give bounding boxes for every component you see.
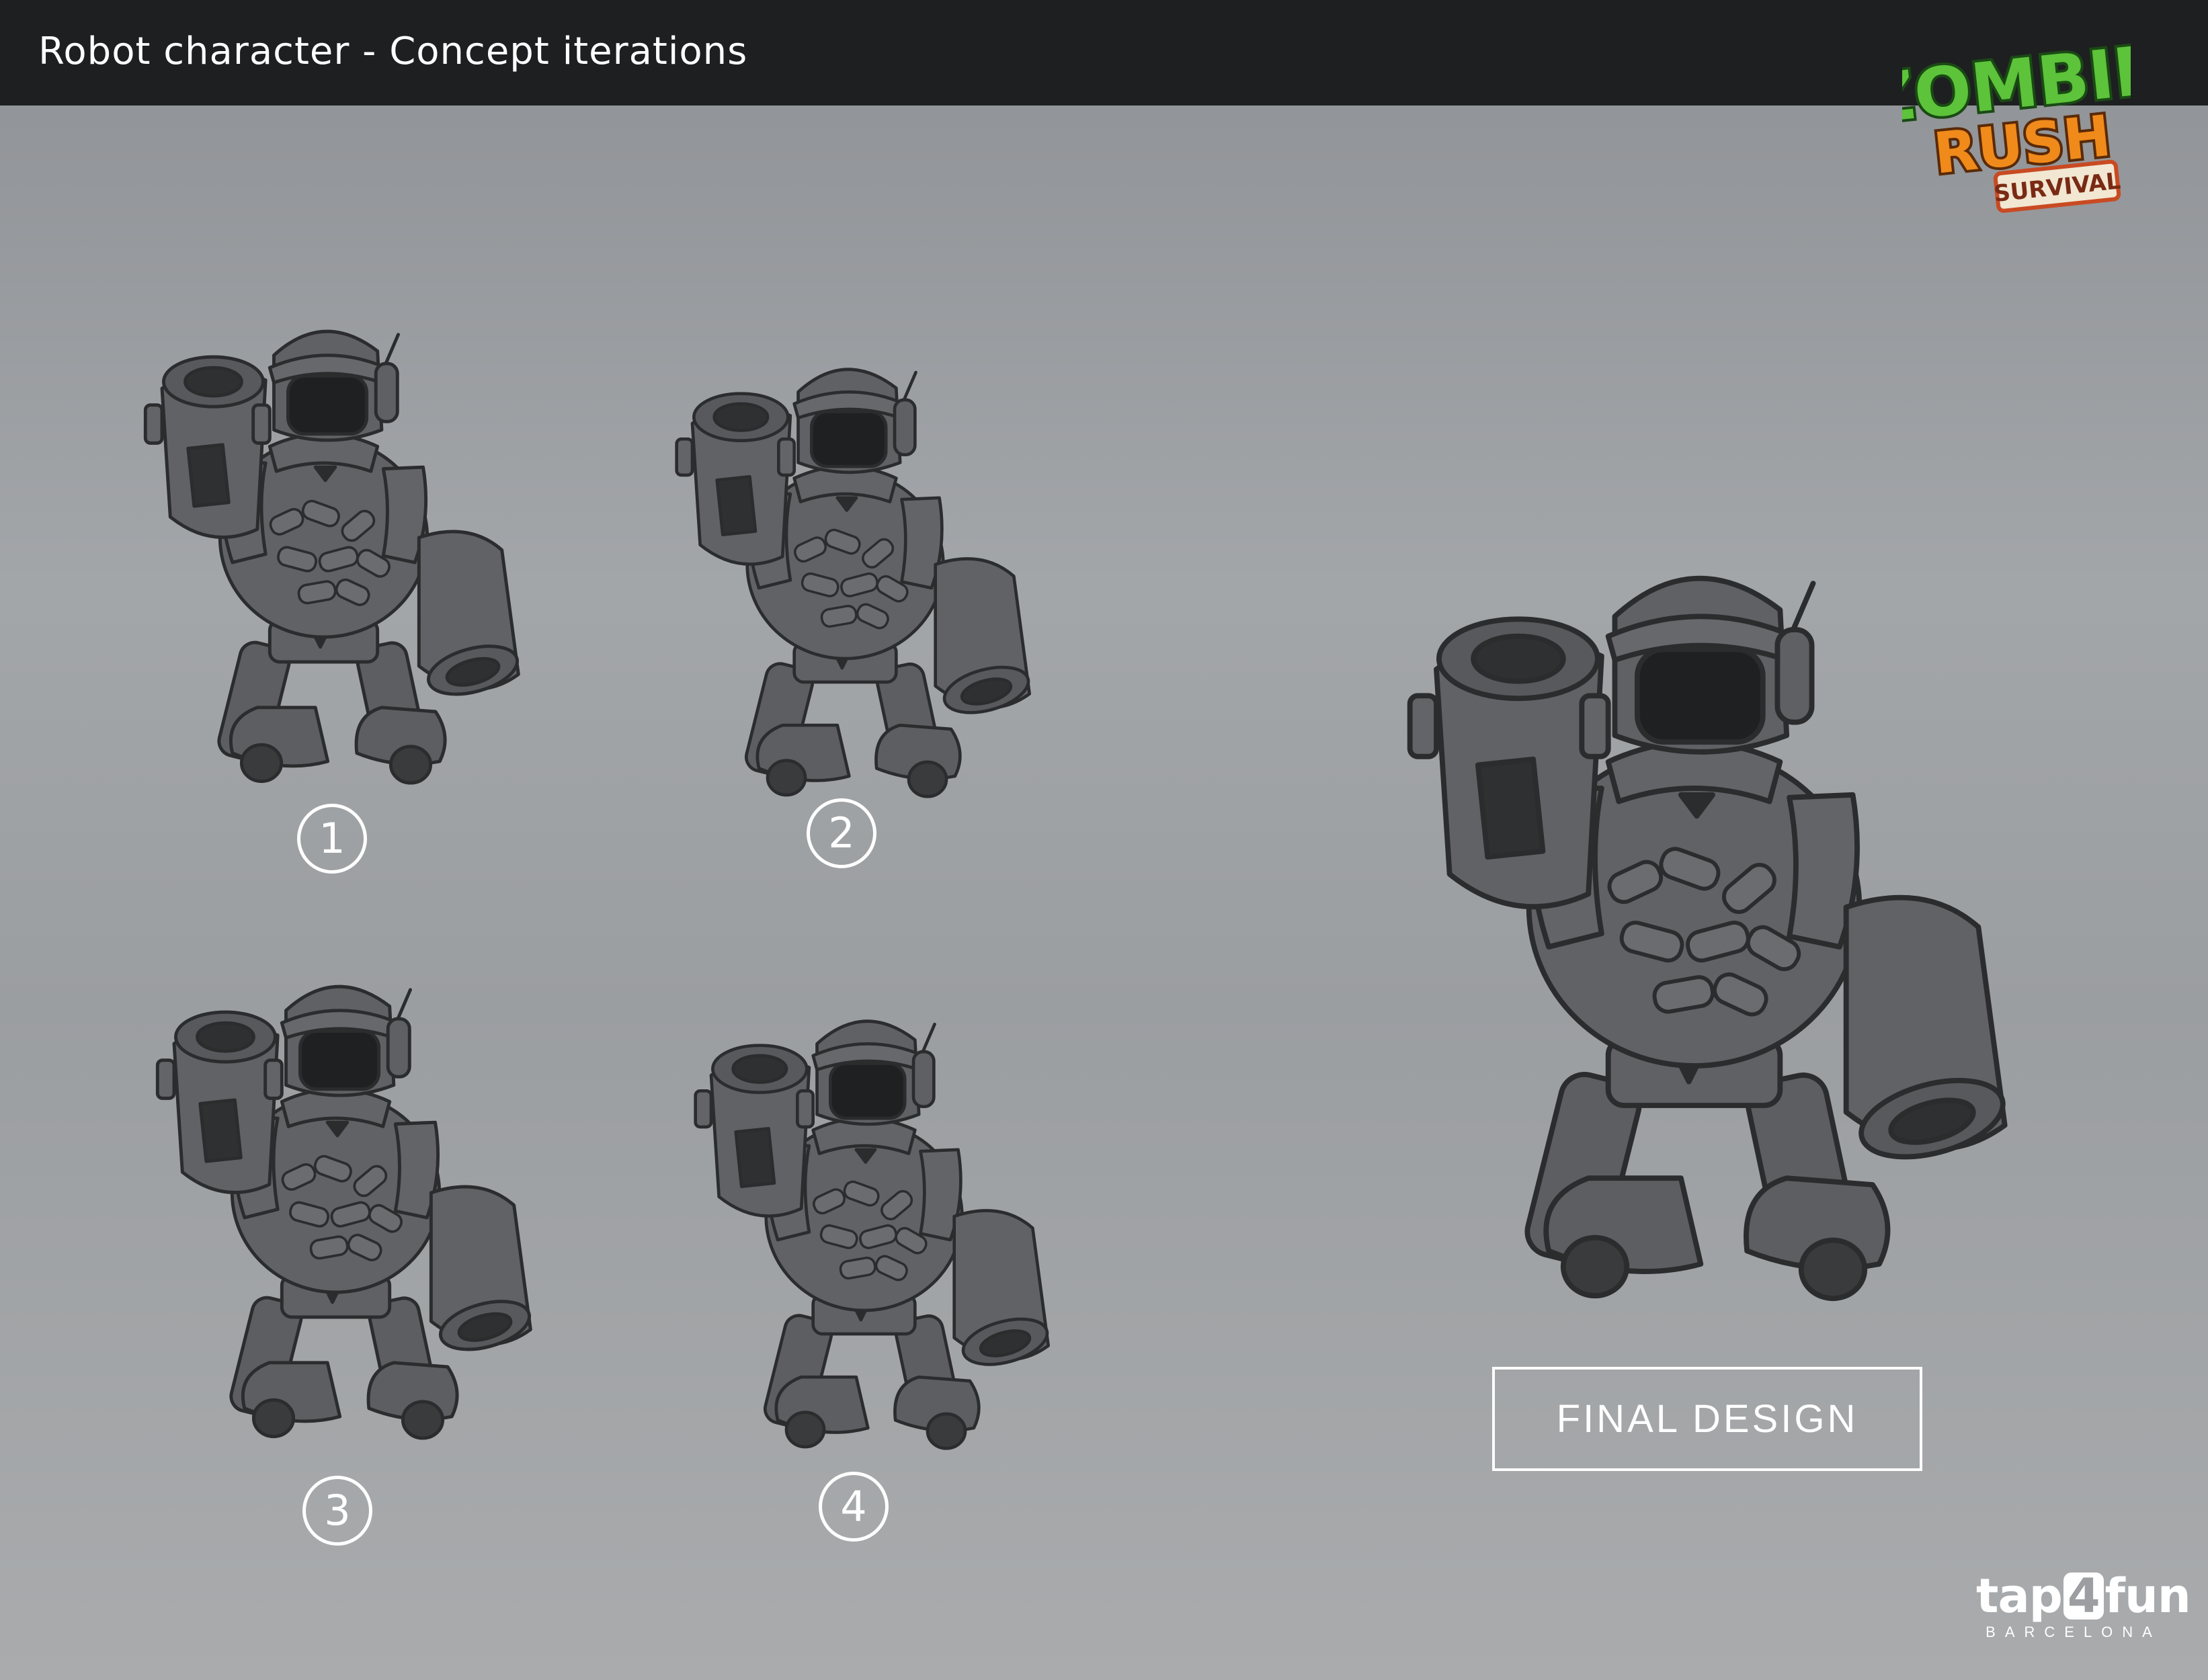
final-design-label: FINAL DESIGN (1492, 1367, 1922, 1471)
robot-sketch-4 (607, 981, 1145, 1452)
page-title: Robot character - Concept iterations (38, 30, 748, 73)
zombie-rush-survival-logo: ZOMBIE RUSH SURVIVAL (1902, 27, 2131, 222)
tap4fun-logo: tap 4 fun BARCELONA (1976, 1572, 2191, 1641)
brand-digit: 4 (2063, 1572, 2104, 1620)
robot-sketch-1 (67, 289, 605, 786)
brand-suffix: fun (2104, 1568, 2191, 1624)
iteration-number-1: 1 (297, 804, 367, 874)
robot-final-design (1257, 511, 2171, 1304)
header-bar: Robot character - Concept iterations (0, 0, 2208, 106)
iteration-number-2: 2 (807, 798, 876, 868)
brand-city: BARCELONA (1986, 1624, 2162, 1640)
iteration-number-4: 4 (819, 1472, 889, 1542)
robot-sketch-3 (79, 944, 617, 1441)
robot-sketch-2 (588, 329, 1126, 800)
brand-prefix: tap (1976, 1568, 2063, 1624)
iteration-number-3: 3 (302, 1476, 372, 1546)
